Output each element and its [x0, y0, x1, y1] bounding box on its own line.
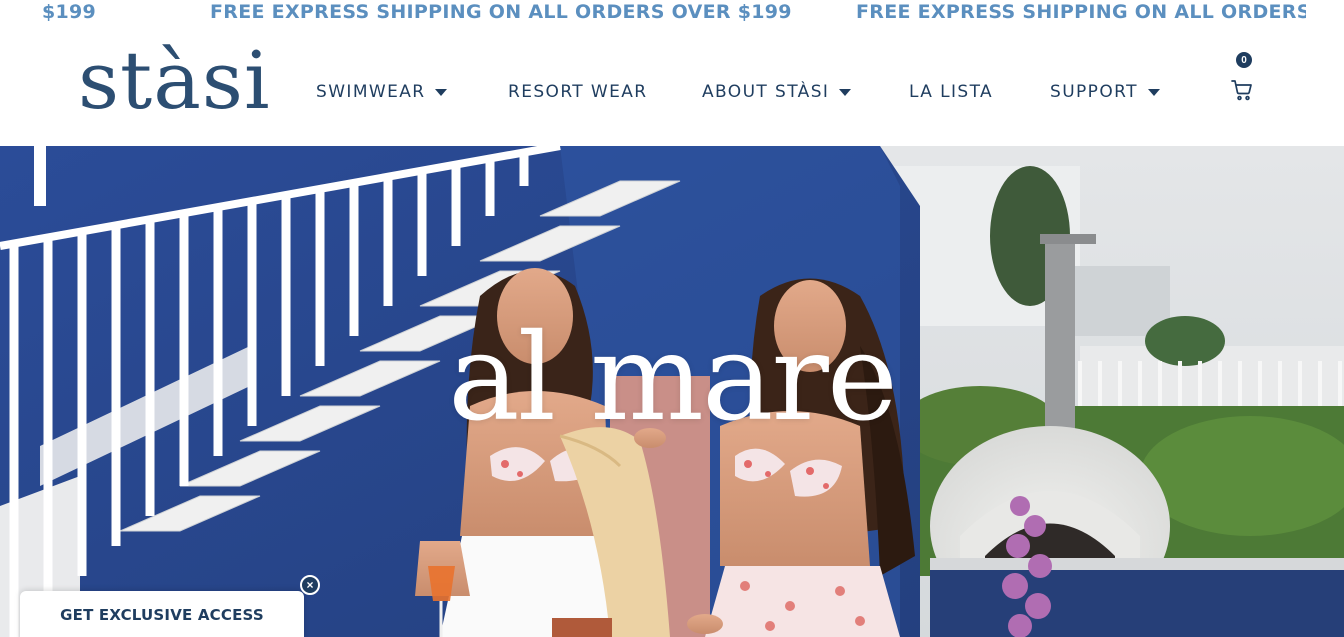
close-icon[interactable]: × [300, 575, 320, 595]
shopping-cart-icon[interactable] [1230, 78, 1254, 102]
nav-about-stasi-label: ABOUT STÀSI [702, 82, 830, 102]
nav-swimwear-label: SWIMWEAR [316, 82, 426, 102]
announcement-marquee: $199 FREE EXPRESS SHIPPING ON ALL ORDERS… [0, 0, 1306, 28]
announcement-fragment: $199 [42, 1, 97, 23]
nav-support[interactable]: SUPPORT [1050, 80, 1160, 104]
nav-resort-wear-label: RESORT WEAR [508, 82, 648, 102]
chevron-down-icon [1147, 88, 1160, 96]
exclusive-access-button[interactable]: GET EXCLUSIVE ACCESS [20, 591, 304, 637]
announcement-bar: $199 FREE EXPRESS SHIPPING ON ALL ORDERS… [0, 0, 1344, 28]
hero-banner: al mare [0, 146, 1344, 637]
announcement-message: FREE EXPRESS SHIPPING ON ALL ORDERS OVER… [856, 1, 1306, 23]
close-glyph: × [306, 578, 314, 592]
nav-swimwear[interactable]: SWIMWEAR [316, 80, 448, 104]
nav-resort-wear[interactable]: RESORT WEAR [508, 80, 647, 104]
cart-count-badge: 0 [1236, 52, 1252, 68]
nav-la-lista-label: LA LISTA [909, 82, 994, 102]
hero-title: al mare [448, 309, 898, 448]
chevron-down-icon [435, 88, 448, 96]
site-header: stàsi SWIMWEAR RESORT WEAR ABOUT STÀSI L… [0, 28, 1344, 146]
nav-la-lista[interactable]: LA LISTA [909, 80, 993, 104]
chevron-down-icon [839, 88, 852, 96]
nav-support-label: SUPPORT [1050, 82, 1138, 102]
nav-about-stasi[interactable]: ABOUT STÀSI [702, 80, 852, 104]
announcement-message: FREE EXPRESS SHIPPING ON ALL ORDERS OVER… [210, 1, 792, 23]
exclusive-access-label: GET EXCLUSIVE ACCESS [60, 606, 264, 624]
site-logo[interactable]: stàsi [78, 39, 271, 123]
